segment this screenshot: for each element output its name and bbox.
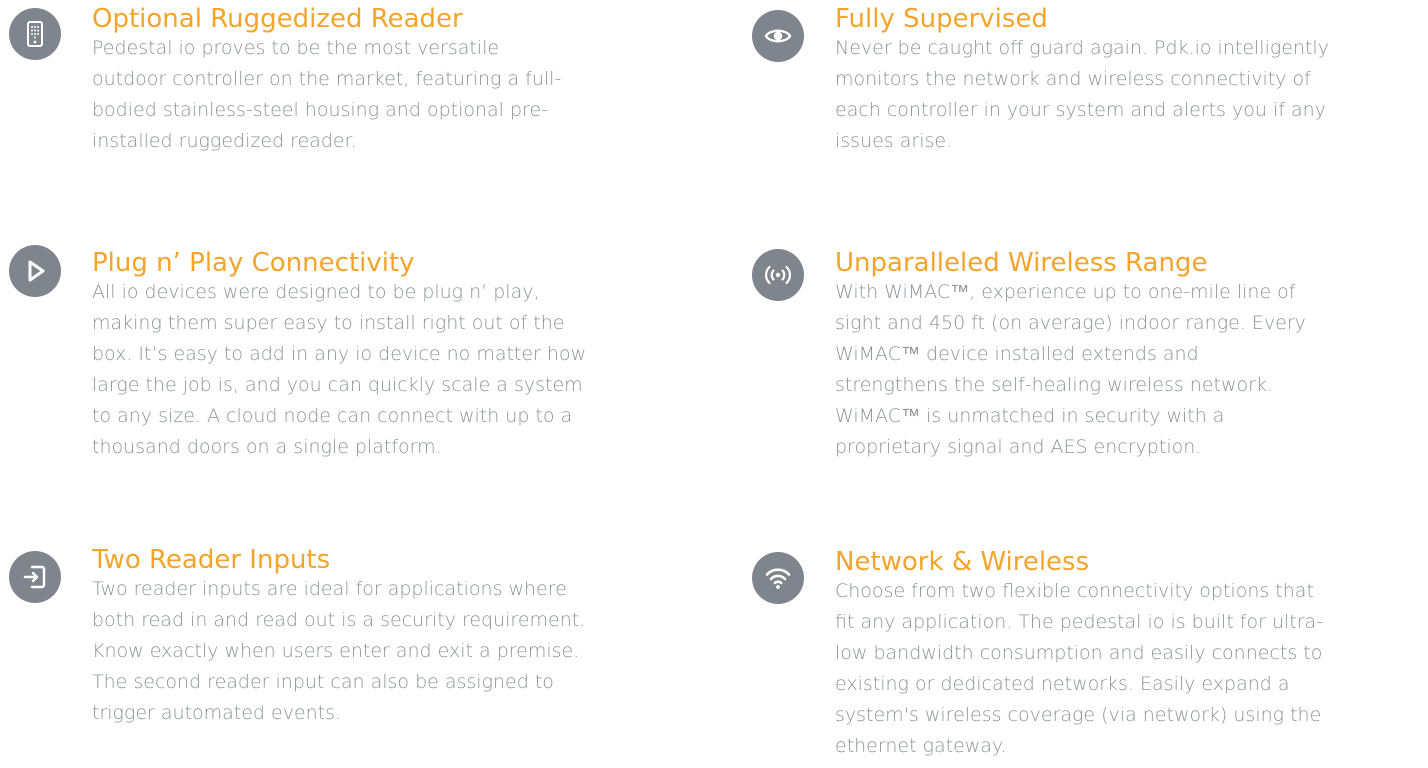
- feature-title: Two Reader Inputs: [92, 545, 331, 575]
- feature-ruggedized-reader: Optional Ruggedized Reader Pedestal io p…: [0, 0, 700, 180]
- feature-title: Plug n’ Play Connectivity: [92, 248, 415, 278]
- feature-description: With WiMAC™, experience up to one-mile l…: [835, 281, 1306, 458]
- feature-two-reader-inputs: Two Reader Inputs Two reader inputs are …: [0, 540, 700, 760]
- keypad-reader-icon: [9, 8, 61, 60]
- enter-door-glyph: [23, 565, 46, 589]
- play-icon: [9, 245, 61, 297]
- feature-description: Two reader inputs are ideal for applicat…: [92, 578, 586, 724]
- feature-title: Network & Wireless: [835, 547, 1090, 577]
- feature-plug-n-play: Plug n’ Play Connectivity All io devices…: [0, 240, 700, 480]
- feature-network-wireless: Network & Wireless Choose from two flexi…: [730, 540, 1428, 768]
- play-glyph: [28, 260, 45, 282]
- keypad-reader-glyph: [27, 21, 43, 47]
- feature-description: Choose from two flexible connectivity op…: [835, 580, 1324, 757]
- enter-door-icon: [9, 551, 61, 603]
- feature-description: Pedestal io proves to be the most versat…: [92, 37, 562, 152]
- feature-title: Fully Supervised: [835, 4, 1048, 34]
- feature-description: All io devices were designed to be plug …: [92, 281, 587, 458]
- feature-fully-supervised: Fully Supervised Never be caught off gua…: [730, 0, 1428, 180]
- feature-title: Optional Ruggedized Reader: [92, 4, 463, 34]
- feature-wireless-range: Unparalleled Wireless Range With WiMAC™,…: [730, 240, 1428, 480]
- wireless-signal-glyph: [765, 265, 791, 285]
- eye-glyph: [764, 29, 792, 43]
- feature-description: Never be caught off guard again. Pdk.io …: [835, 37, 1329, 152]
- feature-title: Unparalleled Wireless Range: [835, 248, 1208, 278]
- eye-icon: [752, 10, 804, 62]
- wifi-icon: [752, 552, 804, 604]
- wireless-signal-icon: [752, 249, 804, 301]
- wifi-glyph: [765, 568, 791, 589]
